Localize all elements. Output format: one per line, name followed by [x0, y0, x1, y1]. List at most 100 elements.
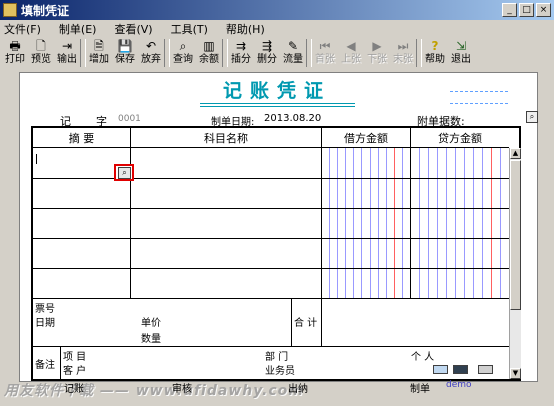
preview-button[interactable]: 🗋 预览: [30, 38, 52, 68]
last-button[interactable]: ⏭ 末张: [392, 38, 414, 68]
amount-digit-line: [473, 148, 474, 298]
flow-icon: ✎: [287, 39, 299, 53]
amount-digit-line: [401, 148, 403, 298]
credit-header: 贷方金额: [438, 132, 482, 145]
menu-voucher[interactable]: 制单(E): [59, 21, 97, 37]
save-label: 保存: [115, 54, 135, 65]
amount-digit-line: [464, 148, 465, 298]
query-button[interactable]: ⌕ 查询: [172, 38, 194, 68]
dashed-box-line: [450, 91, 508, 92]
col-divider: [291, 298, 292, 346]
close-button[interactable]: ×: [536, 3, 551, 17]
vertical-scrollbar[interactable]: ▲ ▼: [509, 148, 521, 379]
menu-tools[interactable]: 工具(T): [171, 21, 208, 37]
image-icon[interactable]: [453, 365, 468, 374]
prev-label: 上张: [341, 54, 361, 65]
menu-view[interactable]: 查看(V): [114, 21, 152, 37]
toolbar-separator: [80, 39, 86, 67]
header-divider: [33, 147, 509, 148]
amount-digit-line: [419, 148, 420, 298]
preparer-name: demo: [446, 380, 472, 390]
flow-button[interactable]: ✎ 流量: [282, 38, 304, 68]
preview-label: 预览: [31, 54, 51, 65]
minimize-button[interactable]: _: [502, 3, 517, 17]
bar-chart-icon: ▥: [203, 39, 215, 53]
scroll-thumb[interactable]: [510, 160, 521, 310]
preparer-label: 制单: [410, 384, 430, 395]
amount-digit-line: [329, 148, 331, 298]
toolbar-separator: [222, 39, 228, 67]
attachments-search-icon[interactable]: ⌕: [526, 111, 538, 123]
quantity-label: 数量: [141, 334, 161, 345]
summary-lookup-button[interactable]: ⌕: [114, 164, 134, 181]
amount-digit-line: [482, 148, 483, 298]
voucher-date[interactable]: 2013.08.20: [264, 113, 321, 124]
balance-button[interactable]: ▥ 余额: [198, 38, 220, 68]
help-icon: ?: [431, 39, 439, 53]
amount-digit-line: [369, 148, 371, 298]
amount-digit-line: [491, 148, 492, 298]
insert-row-button[interactable]: ⇉ 插分: [230, 38, 252, 68]
insert-row-label: 插分: [231, 54, 251, 65]
export-button[interactable]: ⇥ 输出: [56, 38, 78, 68]
bottom-divider: [33, 346, 509, 347]
edit-icon[interactable]: [478, 365, 493, 374]
col-divider: [321, 128, 322, 346]
scroll-up-icon[interactable]: ▲: [510, 148, 521, 159]
toolbar-separator: [306, 39, 312, 67]
card-icon[interactable]: [433, 365, 448, 374]
binoculars-icon: ⌕: [179, 39, 187, 53]
amount-digit-line: [337, 148, 339, 298]
new-document-icon: 🗎: [94, 39, 104, 53]
voucher-number[interactable]: 0001: [118, 114, 141, 124]
customer-label: 客 户: [63, 366, 87, 377]
preview-icon: 🗋: [36, 39, 46, 53]
summary-header: 摘 要: [68, 132, 95, 145]
add-button[interactable]: 🗎 增加: [88, 38, 110, 68]
summary-input-caret[interactable]: [36, 154, 37, 164]
insert-row-icon: ⇉: [235, 39, 247, 53]
ticket-date-label: 日期: [35, 318, 55, 329]
save-button[interactable]: 💾 保存: [114, 38, 136, 68]
row-divider: [33, 178, 509, 179]
menu-help[interactable]: 帮助(H): [226, 21, 265, 37]
toolbar-separator: [416, 39, 422, 67]
scroll-down-icon[interactable]: ▼: [510, 368, 521, 379]
app-icon: [3, 3, 17, 17]
amount-digit-line: [361, 148, 363, 298]
prev-icon: ◀: [346, 39, 356, 53]
voucher-grid: 摘 要 科目名称 借方金额 贷方金额 ⌕ 票号 日期 单价 数量 合 计 备注 …: [31, 126, 521, 381]
search-icon: ⌕: [118, 167, 131, 179]
print-button[interactable]: 🖶 打印: [4, 38, 26, 68]
cashier-label: 出纳: [288, 384, 308, 395]
prev-button[interactable]: ◀ 上张: [340, 38, 362, 68]
exit-button[interactable]: ⇲ 退出: [450, 38, 472, 68]
next-icon: ▶: [372, 39, 382, 53]
watermark-text: 用友软件下载 —— www.ufidawhy.com: [4, 383, 304, 399]
project-label: 项 目: [63, 352, 87, 363]
export-icon: ⇥: [61, 39, 73, 53]
first-button[interactable]: ⏮ 首张: [314, 38, 336, 68]
flow-label: 流量: [283, 54, 303, 65]
amount-digit-line: [385, 148, 387, 298]
undo-icon: ↶: [145, 39, 157, 53]
menu-file[interactable]: 文件(F): [4, 21, 41, 37]
add-label: 增加: [89, 54, 109, 65]
balance-label: 余额: [199, 54, 219, 65]
total-label: 合 计: [294, 318, 318, 329]
delete-row-button[interactable]: ⇶ 删分: [256, 38, 278, 68]
discard-button[interactable]: ↶ 放弃: [140, 38, 162, 68]
voucher-title: 记账凭证: [222, 80, 331, 102]
col-divider: [410, 128, 411, 298]
row-divider: [33, 268, 509, 269]
menu-bar: 文件(F) 制单(E) 查看(V) 工具(T) 帮助(H): [0, 20, 554, 37]
maximize-button[interactable]: □: [519, 3, 534, 17]
help-button[interactable]: ? 帮助: [424, 38, 446, 68]
dashed-box-line: [450, 103, 508, 104]
account-header: 科目名称: [204, 132, 248, 145]
amount-digit-line: [455, 148, 456, 298]
row-divider: [33, 238, 509, 239]
exit-icon: ⇲: [455, 39, 467, 53]
toolbar-separator: [164, 39, 170, 67]
next-button[interactable]: ▶ 下张: [366, 38, 388, 68]
